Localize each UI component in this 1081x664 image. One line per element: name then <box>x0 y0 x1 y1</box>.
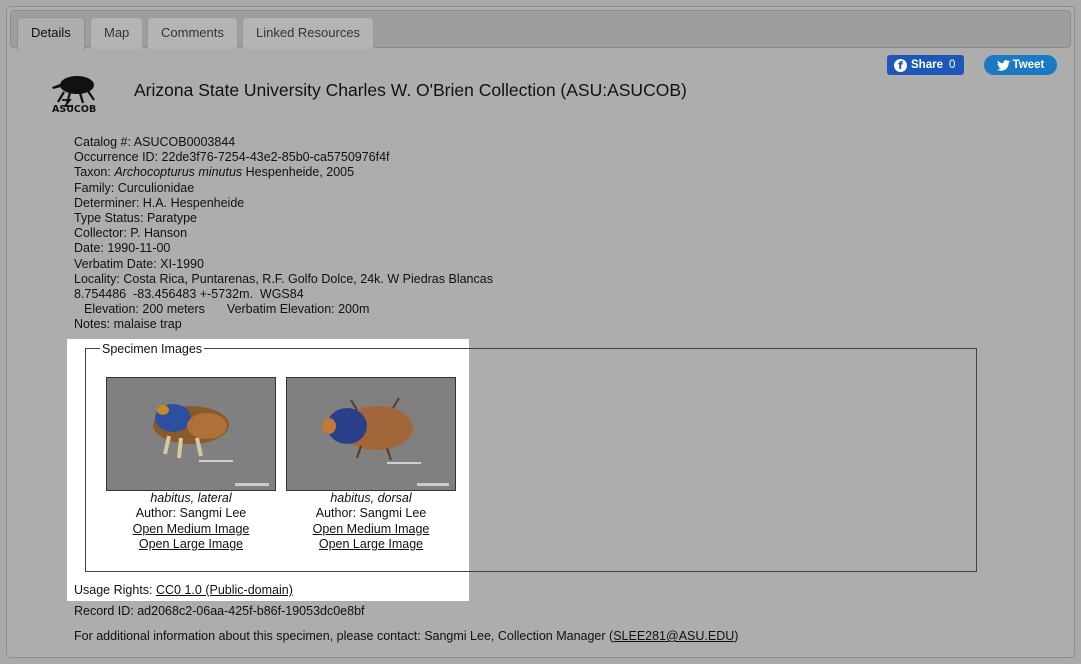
collection-title: Arizona State University Charles W. O'Br… <box>134 80 687 100</box>
occurrence-fields: Catalog #: ASUCOB0003844 Occurrence ID: … <box>74 135 493 333</box>
tab-map[interactable]: Map <box>90 17 144 49</box>
specimen-thumbnail-lateral[interactable] <box>106 377 276 491</box>
field-verbatim-date: Verbatim Date: XI-1990 <box>74 256 204 271</box>
field-taxon: Taxon: Archocopturus minutus Hespenheide… <box>74 165 355 180</box>
usage-rights-label: Usage Rights: <box>74 583 153 597</box>
field-family: Family: Curculionidae <box>74 180 195 195</box>
field-collector: Collector: P. Hanson <box>74 226 188 241</box>
specimen-images-legend: Specimen Images <box>100 342 205 356</box>
usage-rights: Usage Rights: CC0 1.0 (Public-domain) <box>74 583 293 597</box>
specimen-image-card: habitus, lateral Author: Sangmi Lee Open… <box>106 377 276 552</box>
tweet-button[interactable]: Tweet <box>984 55 1057 75</box>
record-id: Record ID: ad2068c2-06aa-425f-b86f-19053… <box>74 604 365 618</box>
tab-details[interactable]: Details <box>17 17 85 50</box>
open-medium-image-link[interactable]: Open Medium Image <box>313 522 430 536</box>
specimen-thumbnail-dorsal[interactable] <box>286 377 456 491</box>
tab-comments[interactable]: Comments <box>147 17 238 49</box>
field-type-status: Type Status: Paratype <box>74 211 197 226</box>
field-elevation: Elevation: 200 meters Verbatim Elevation:… <box>84 302 370 317</box>
facebook-share-button[interactable]: f Share 0 <box>887 55 964 75</box>
field-catalog-number: Catalog #: ASUCOB0003844 <box>74 135 236 149</box>
share-label: Share <box>911 59 943 71</box>
specimen-image-card: habitus, dorsal Author: Sangmi Lee Open … <box>286 377 456 552</box>
usage-rights-link[interactable]: CC0 1.0 (Public-domain) <box>156 583 293 597</box>
image-caption: habitus, lateral <box>150 491 232 505</box>
open-medium-image-link[interactable]: Open Medium Image <box>133 522 250 536</box>
twitter-bird-icon <box>996 59 1010 71</box>
facebook-icon: f <box>894 58 907 72</box>
image-author: Author: Sangmi Lee <box>135 506 247 521</box>
field-determiner: Determiner: H.A. Hespenheide <box>74 195 245 210</box>
collection-logo-text: ASUCOB <box>52 104 97 115</box>
open-large-image-link[interactable]: Open Large Image <box>319 537 423 551</box>
tab-linked-resources[interactable]: Linked Resources <box>242 17 375 49</box>
image-author: Author: Sangmi Lee <box>315 506 427 521</box>
image-caption: habitus, dorsal <box>330 491 412 505</box>
field-date: Date: 1990-11-00 <box>74 241 171 256</box>
record-id-value: ad2068c2-06aa-425f-b86f-19053dc0e8bf <box>137 604 365 618</box>
tweet-label: Tweet <box>1012 59 1045 71</box>
field-notes: Notes: malaise trap <box>74 317 182 332</box>
field-locality: Locality: Costa Rica, Puntarenas, R.F. G… <box>74 271 493 286</box>
field-occurrence-id: Occurrence ID: 22de3f76-7254-43e2-85b0-c… <box>74 150 390 165</box>
field-coordinates: 8.754486 -83.456483 +-5732m. WGS84 <box>74 287 304 302</box>
share-count: 0 <box>948 59 956 71</box>
open-large-image-link[interactable]: Open Large Image <box>139 537 243 551</box>
tab-bar: Details Map Comments Linked Resources <box>10 10 1071 50</box>
contact-info: For additional information about this sp… <box>74 629 739 643</box>
contact-email-link[interactable]: SLEE281@ASU.EDU <box>613 629 734 643</box>
